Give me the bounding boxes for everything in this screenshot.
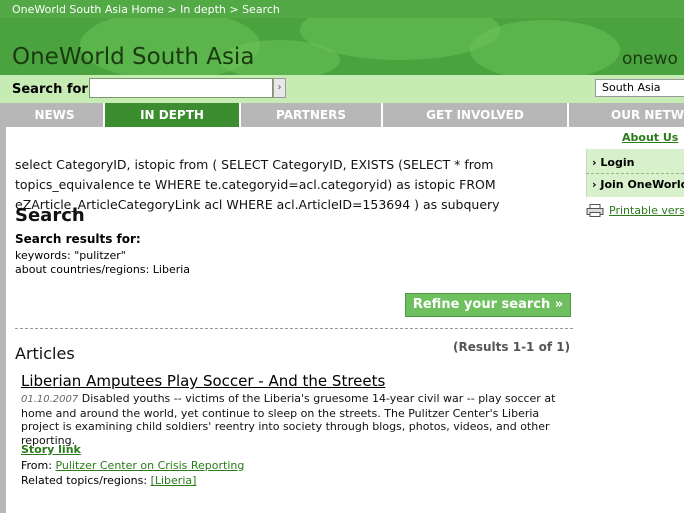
article-source-row: From: Pulitzer Center on Crisis Reportin… — [21, 459, 244, 472]
divider — [15, 328, 573, 329]
tab-get-involved[interactable]: GET INVOLVED — [383, 103, 567, 127]
debug-sql-text: select CategoryID, istopic from ( SELECT… — [15, 157, 500, 212]
article-summary: 01.10.2007 Disabled youths -- victims of… — [21, 392, 561, 447]
story-link[interactable]: Story link — [21, 443, 81, 456]
brand-logo-text[interactable]: onewo — [622, 49, 678, 69]
related-label: Related topics/regions: — [21, 474, 148, 487]
search-input[interactable] — [89, 78, 273, 98]
article-summary-text: Disabled youths -- victims of the Liberi… — [21, 392, 556, 447]
results-for-label: Search results for: — [15, 232, 141, 246]
search-label: Search for — [12, 82, 88, 97]
login-label: Login — [600, 156, 635, 169]
search-go-button[interactable]: › — [273, 78, 286, 98]
site-title[interactable]: OneWorld South Asia — [12, 44, 254, 70]
tab-in-depth[interactable]: IN DEPTH — [105, 103, 239, 127]
printable-version-link[interactable]: Printable versi — [609, 204, 684, 217]
join-label: Join OneWorld — [600, 178, 684, 191]
search-countries: about countries/regions: Liberia — [15, 263, 191, 276]
page-title: Search — [15, 205, 85, 226]
related-topic-link[interactable]: [Liberia] — [151, 474, 197, 487]
about-us-link[interactable]: About Us — [622, 131, 678, 144]
results-count: (Results 1-1 of 1) — [453, 340, 571, 354]
login-link[interactable]: › Login — [592, 156, 634, 169]
login-divider — [586, 173, 684, 174]
tab-news[interactable]: NEWS — [6, 103, 103, 127]
search-keywords: keywords: "pulitzer" — [15, 249, 126, 262]
arrow-right-icon: › — [277, 82, 282, 93]
join-link[interactable]: › Join OneWorld — [592, 178, 684, 191]
tab-partners[interactable]: PARTNERS — [241, 103, 381, 127]
articles-heading: Articles — [15, 344, 75, 363]
related-topics-row: Related topics/regions: [Liberia] — [21, 474, 196, 487]
region-select[interactable]: South Asia — [595, 79, 684, 97]
refine-search-button[interactable]: Refine your search » — [405, 293, 571, 317]
from-label: From: — [21, 459, 52, 472]
world-map-decoration — [470, 20, 620, 80]
printer-icon[interactable] — [586, 204, 604, 217]
page-left-edge — [0, 127, 6, 513]
article-date: 01.10.2007 — [21, 394, 79, 405]
article-title-link[interactable]: Liberian Amputees Play Soccer - And the … — [21, 372, 385, 390]
breadcrumb[interactable]: OneWorld South Asia Home > In depth > Se… — [12, 3, 280, 16]
source-link[interactable]: Pulitzer Center on Crisis Reporting — [55, 459, 244, 472]
tab-our-network[interactable]: OUR NETW — [569, 103, 684, 127]
